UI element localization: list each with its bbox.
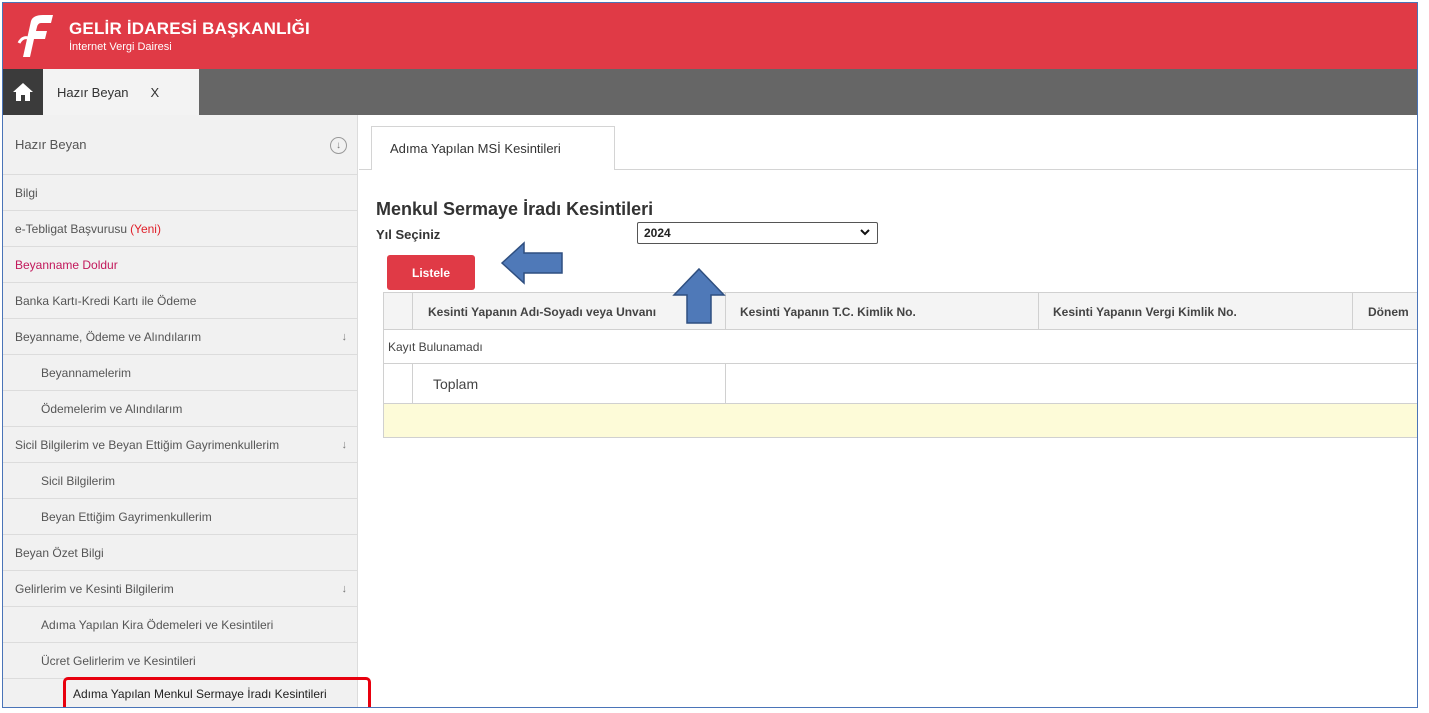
listele-button[interactable]: Listele — [387, 255, 475, 290]
sidebar-item-label: Beyannamelerim — [41, 365, 132, 380]
tab-msi-kesintileri[interactable]: Adıma Yapılan MSİ Kesintileri — [371, 126, 615, 170]
sidebar-item-beyan-ozet[interactable]: Beyan Özet Bilgi — [3, 535, 357, 571]
sidebar-header[interactable]: Hazır Beyan ↓ — [3, 115, 357, 175]
results-table-header: Kesinti Yapanın Adı-Soyadı veya Unvanı K… — [383, 292, 1417, 330]
sidebar-item-label: Beyanname, Ödeme ve Alındılarım — [15, 329, 202, 344]
sidebar-item-label: Ödemelerim ve Alındılarım — [41, 401, 183, 416]
tab-hazir-beyan[interactable]: Hazır Beyan X — [43, 69, 199, 115]
column-header-donem[interactable]: Dönem — [1353, 293, 1417, 330]
sidebar-item-label: Bilgi — [15, 185, 38, 200]
collapse-down-icon[interactable]: ↓ — [330, 137, 347, 154]
empty-result-row: Kayıt Bulunamadı — [383, 330, 1417, 364]
table-footer — [383, 404, 1417, 438]
total-label: Toplam — [413, 364, 726, 403]
gib-logo-icon — [17, 15, 53, 57]
header-cell-blank — [384, 293, 413, 330]
brand-title: GELİR İDARESİ BAŞKANLIĞI — [69, 19, 310, 38]
total-row: Toplam — [383, 364, 1417, 404]
sidebar-item-sicil-bilgilerim[interactable]: Sicil Bilgilerim — [3, 463, 357, 499]
tab-bar: Hazır Beyan X — [3, 69, 1417, 115]
column-header-vkn[interactable]: Kesinti Yapanın Vergi Kimlik No. — [1039, 293, 1353, 330]
sidebar-item-label: e-Tebligat Başvurusu — [15, 221, 128, 236]
page-title: Menkul Sermaye İradı Kesintileri — [376, 199, 654, 219]
sidebar-group-sicil[interactable]: Sicil Bilgilerim ve Beyan Ettiğim Gayrim… — [3, 427, 357, 463]
annotation-highlight-box — [63, 677, 371, 707]
sidebar-item-label: Sicil Bilgilerim — [41, 473, 116, 488]
sidebar-group-beyanname-odeme[interactable]: Beyanname, Ödeme ve Alındılarım ↓ — [3, 319, 357, 355]
sidebar-group-gelirlerim[interactable]: Gelirlerim ve Kesinti Bilgilerim ↓ — [3, 571, 357, 607]
expand-arrow-icon: ↓ — [341, 582, 348, 595]
tab-close-button[interactable]: X — [151, 85, 160, 100]
home-icon — [13, 83, 33, 101]
sidebar-item-bilgi[interactable]: Bilgi — [3, 175, 357, 211]
sidebar-item-label: Gelirlerim ve Kesinti Bilgilerim — [15, 581, 174, 596]
sidebar-item-beyanname-doldur[interactable]: Beyanname Doldur — [3, 247, 357, 283]
app-window: GELİR İDARESİ BAŞKANLIĞI İnternet Vergi … — [2, 2, 1418, 708]
new-badge: (Yeni) — [130, 221, 161, 236]
expand-arrow-icon: ↓ — [341, 438, 348, 451]
annotation-arrow-left-icon — [500, 241, 563, 285]
sidebar-item-label: Adıma Yapılan Kira Ödemeleri ve Kesintil… — [41, 617, 274, 632]
home-button[interactable] — [3, 69, 43, 115]
sidebar-item-kart-odeme[interactable]: Banka Kartı-Kredi Kartı ile Ödeme — [3, 283, 357, 319]
sidebar-item-kira-odemeleri[interactable]: Adıma Yapılan Kira Ödemeleri ve Kesintil… — [3, 607, 357, 643]
sidebar-item-gayrimenkullerim[interactable]: Beyan Ettiğim Gayrimenkullerim — [3, 499, 357, 535]
tab-label: Hazır Beyan — [57, 84, 129, 100]
year-label: Yıl Seçiniz — [376, 227, 441, 242]
main-content: Adıma Yapılan MSİ Kesintileri Menkul Ser… — [359, 115, 1417, 707]
sidebar-item-beyannamelerim[interactable]: Beyannamelerim — [3, 355, 357, 391]
sidebar-item-ucret-gelirlerim[interactable]: Ücret Gelirlerim ve Kesintileri — [3, 643, 357, 679]
sidebar-item-label: Banka Kartı-Kredi Kartı ile Ödeme — [15, 293, 197, 308]
sidebar-item-label: Beyan Ettiğim Gayrimenkullerim — [41, 509, 212, 524]
brand-subtitle: İnternet Vergi Dairesi — [69, 41, 172, 53]
sidebar-item-label: Sicil Bilgilerim ve Beyan Ettiğim Gayrim… — [15, 437, 280, 452]
year-select[interactable]: 2024 — [637, 222, 878, 244]
sidebar-item-label: Ücret Gelirlerim ve Kesintileri — [41, 653, 196, 668]
sidebar-item-e-tebligat[interactable]: e-Tebligat Başvurusu (Yeni) — [3, 211, 357, 247]
expand-arrow-icon: ↓ — [341, 330, 348, 343]
annotation-arrow-up-icon — [672, 267, 726, 324]
sidebar: Hazır Beyan ↓ Bilgi e-Tebligat Başvurusu… — [3, 115, 358, 707]
year-select-value: 2024 — [644, 226, 671, 240]
chevron-down-icon — [859, 226, 871, 241]
sidebar-item-odemelerim[interactable]: Ödemelerim ve Alındılarım — [3, 391, 357, 427]
sidebar-item-label: Beyanname Doldur — [15, 257, 118, 272]
column-header-tckn[interactable]: Kesinti Yapanın T.C. Kimlik No. — [726, 293, 1039, 330]
sidebar-header-label: Hazır Beyan — [15, 137, 87, 152]
sidebar-item-label: Beyan Özet Bilgi — [15, 545, 104, 560]
app-header: GELİR İDARESİ BAŞKANLIĞI İnternet Vergi … — [3, 3, 1417, 69]
